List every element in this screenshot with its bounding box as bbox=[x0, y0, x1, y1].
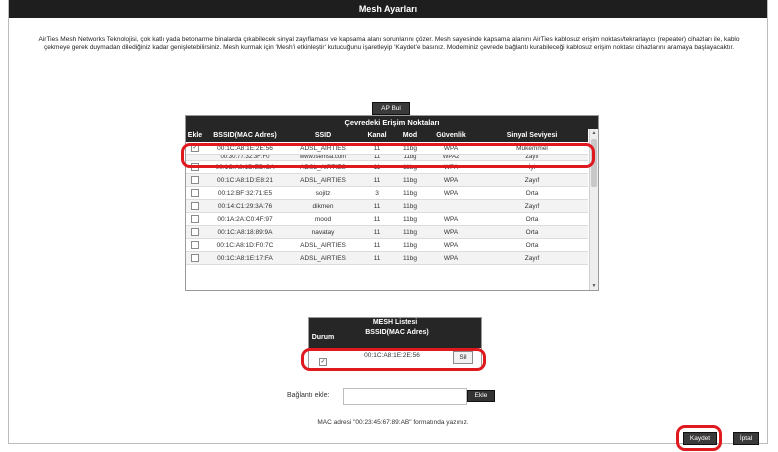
ap-cell-kanal: 11 bbox=[360, 212, 394, 226]
cancel-button[interactable]: İptal bbox=[733, 432, 759, 445]
access-points-table: Çevredeki Erişim Noktaları Ekle BSSID(MA… bbox=[185, 115, 599, 291]
ap-cell-bssid: 00:1A:2A:C0:4F:97 bbox=[204, 212, 286, 226]
ap-cell-guvenlik bbox=[426, 199, 476, 213]
mesh-list-caption: MESH Listesi bbox=[309, 318, 481, 328]
ap-row: 00:1A:2A:C0:4F:97 mood 11 11bg WPA Orta bbox=[186, 212, 588, 226]
ap-select-checkbox[interactable] bbox=[191, 254, 199, 262]
ap-cell-mod: 11bg bbox=[394, 238, 426, 252]
ap-row: 00:1C:A8:18:89:9A navatay 11 11bg WPA Orta bbox=[186, 225, 588, 239]
ap-cell-ssid: mood bbox=[286, 212, 360, 226]
ap-cell-mod: 11bg bbox=[394, 186, 426, 200]
col-header-ekle: Ekle bbox=[186, 129, 204, 142]
scroll-up-icon[interactable]: ▲ bbox=[590, 129, 598, 137]
ap-cell-bssid: 00:1C:A8:18:89:9A bbox=[204, 225, 286, 239]
ap-cell-ssid: dikmen bbox=[286, 199, 360, 213]
ap-cell-mod: 11bg bbox=[394, 225, 426, 239]
ap-cell-guvenlik: WPA bbox=[426, 225, 476, 239]
ap-cell-sinyal: Orta bbox=[476, 212, 588, 226]
ap-cell-guvenlik: WPA bbox=[426, 251, 476, 265]
ap-select-checkbox[interactable] bbox=[191, 189, 199, 197]
ap-cell-sinyal: Orta bbox=[476, 225, 588, 239]
mesh-list-header-row: Durum BSSID(MAC Adres) bbox=[309, 328, 481, 348]
ap-cell-ssid: ADSL_AIRTIES bbox=[286, 251, 360, 265]
col-header-bssid: BSSID(MAC Adres) bbox=[204, 129, 286, 142]
access-points-header-row: Ekle BSSID(MAC Adres) SSID Kanal Mod Güv… bbox=[186, 129, 588, 142]
add-button[interactable]: Ekle bbox=[467, 390, 495, 402]
ap-cell-kanal: 11 bbox=[360, 251, 394, 265]
ap-cell-ssid: ADSL_AIRTIES bbox=[286, 173, 360, 187]
ap-row: 00:14:C1:29:3A:76 dikmen 11 11bg Zayıf bbox=[186, 199, 588, 213]
ap-cell-bssid: 00:1C:A8:1E:17:FA bbox=[204, 251, 286, 265]
ap-cell-kanal: 11 bbox=[360, 225, 394, 239]
selected-ap-highlight bbox=[181, 143, 595, 168]
ap-cell-mod: 11bg bbox=[394, 251, 426, 265]
ap-row: 00:1C:A8:1E:17:FA ADSL_AIRTIES 11 11bg WPA Za… bbox=[186, 251, 588, 265]
page-title: Mesh Ayarları bbox=[9, 0, 767, 18]
ap-select-checkbox[interactable] bbox=[191, 215, 199, 223]
col-header-ssid: SSID bbox=[286, 129, 360, 142]
ap-cell-ssid: ADSL_AIRTIES bbox=[286, 238, 360, 252]
col-header-durum: Durum bbox=[311, 334, 335, 341]
ap-cell-sinyal: Zayıf bbox=[476, 173, 588, 187]
ap-cell-sinyal: Orta bbox=[476, 186, 588, 200]
ap-select-checkbox[interactable] bbox=[191, 228, 199, 236]
ap-cell-kanal: 11 bbox=[360, 199, 394, 213]
ap-cell-guvenlik: WPA bbox=[426, 186, 476, 200]
ap-cell-bssid: 00:14:C1:29:3A:76 bbox=[204, 199, 286, 213]
ap-cell-mod: 11bg bbox=[394, 173, 426, 187]
description-text: AirTies Mesh Networks Teknolojisi, çok k… bbox=[38, 36, 740, 52]
ap-row: 00:1C:A8:1D:F0:7C ADSL_AIRTIES 11 11bg WPA Or… bbox=[186, 238, 588, 252]
ap-select-checkbox[interactable] bbox=[191, 241, 199, 249]
ap-select-checkbox[interactable] bbox=[191, 176, 199, 184]
ap-cell-bssid: 00:1C:A8:1D:F0:7C bbox=[204, 238, 286, 252]
find-ap-button[interactable]: AP Bul bbox=[372, 102, 410, 115]
ap-cell-bssid: 00:12:BF:32:71:E5 bbox=[204, 186, 286, 200]
mac-format-hint: MAC adresi "00:23:45:67:89:AB" formatınd… bbox=[317, 419, 469, 426]
ap-cell-kanal: 11 bbox=[360, 238, 394, 252]
ap-select-checkbox[interactable] bbox=[191, 202, 199, 210]
col-header-guvenlik: Güvenlik bbox=[426, 129, 476, 142]
access-points-caption: Çevredeki Erişim Noktaları bbox=[186, 116, 598, 129]
ap-cell-kanal: 3 bbox=[360, 186, 394, 200]
ap-cell-guvenlik: WPA bbox=[426, 238, 476, 252]
add-connection-label: Bağlantı ekle: bbox=[287, 392, 330, 399]
ap-cell-guvenlik: WPA bbox=[426, 173, 476, 187]
col-header-kanal: Kanal bbox=[360, 129, 394, 142]
ap-cell-bssid: 00:1C:A8:1D:E8:21 bbox=[204, 173, 286, 187]
ap-cell-sinyal: Zayıf bbox=[476, 199, 588, 213]
ap-row: 00:1C:A8:1D:E8:21 ADSL_AIRTIES 11 11bg WPA Za… bbox=[186, 173, 588, 187]
ap-cell-kanal: 11 bbox=[360, 173, 394, 187]
ap-cell-sinyal: Orta bbox=[476, 238, 588, 252]
scroll-down-icon[interactable]: ▼ bbox=[590, 282, 598, 290]
col-header-mod: Mod bbox=[394, 129, 426, 142]
ap-row: 00:12:BF:32:71:E5 sojitz 3 11bg WPA Orta bbox=[186, 186, 588, 200]
ap-cell-guvenlik: WPA bbox=[426, 212, 476, 226]
col-header-sinyal: Sinyal Seviyesi bbox=[476, 129, 588, 142]
mac-address-input[interactable] bbox=[343, 388, 467, 405]
ap-cell-mod: 11bg bbox=[394, 212, 426, 226]
ap-cell-mod: 11bg bbox=[394, 199, 426, 213]
col-header-mesh-bssid: BSSID(MAC Adres) bbox=[365, 329, 429, 336]
ap-cell-ssid: navatay bbox=[286, 225, 360, 239]
ap-cell-sinyal: Zayıf bbox=[476, 251, 588, 265]
mesh-row-highlight bbox=[301, 348, 486, 371]
ap-cell-ssid: sojitz bbox=[286, 186, 360, 200]
save-button-highlight bbox=[676, 425, 722, 451]
